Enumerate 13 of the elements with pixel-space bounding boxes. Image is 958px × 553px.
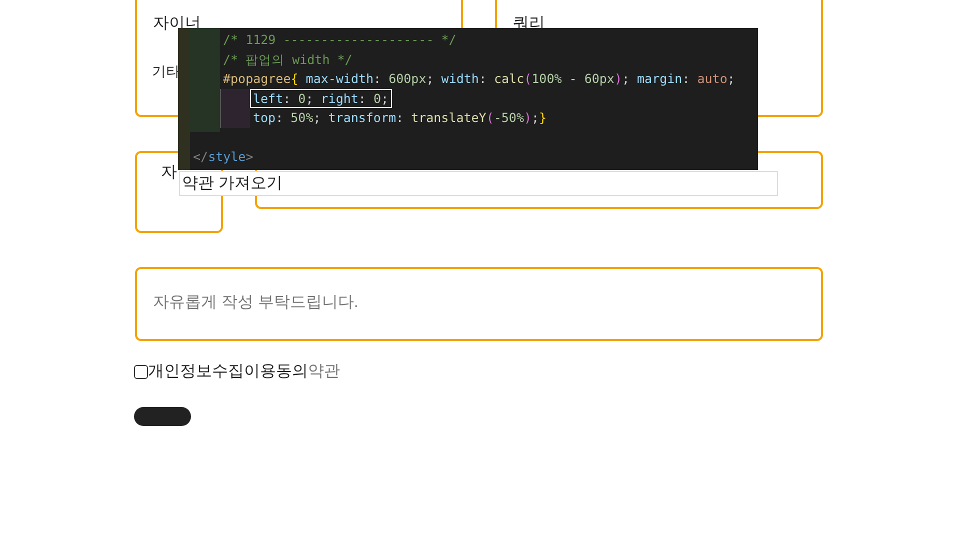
consent-checkbox[interactable]: [134, 365, 148, 379]
code-line: #popagree{ max-width: 600px; width: calc(100% - 60px); margin: auto;: [222, 70, 736, 88]
consent-label: 개인정보수집이용동의: [148, 362, 308, 382]
message-field[interactable]: 자유롭게 작성 부탁드립니다.: [137, 269, 821, 339]
card-text: 자: [161, 163, 177, 183]
code-line: /* 1129 -------------------- */: [222, 31, 458, 50]
card-text: 자이너: [153, 14, 201, 34]
code-line: top: 50%; transform: translateY(-50%);}: [252, 109, 548, 128]
terms-link[interactable]: 약관: [308, 360, 340, 384]
card-text: 기타: [152, 62, 180, 81]
code-line: </style>: [192, 148, 254, 166]
submit-button[interactable]: [134, 407, 191, 426]
code-line: /* 팝업의 width */: [222, 50, 354, 69]
